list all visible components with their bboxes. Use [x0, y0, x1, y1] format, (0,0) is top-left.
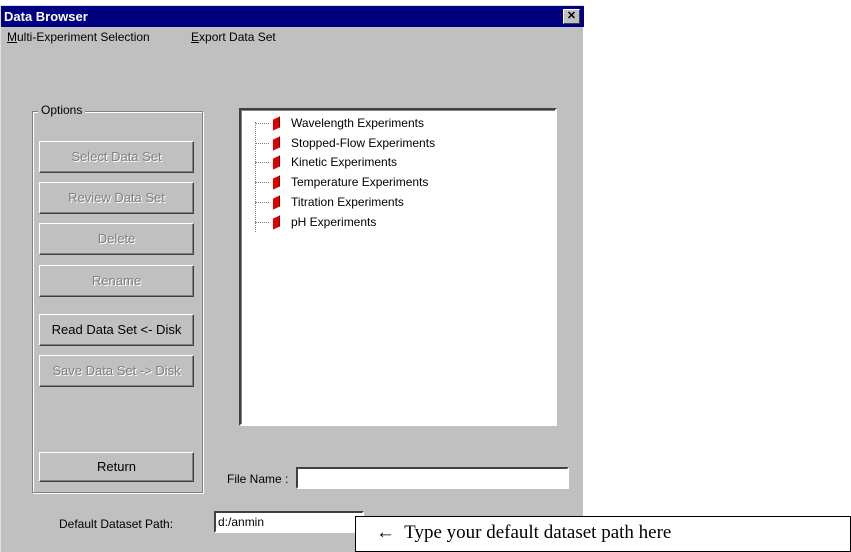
menu-mnemonic: M: [7, 30, 17, 44]
close-icon[interactable]: ✕: [563, 9, 580, 24]
return-button[interactable]: Return: [39, 452, 194, 482]
tree-item-label: Temperature Experiments: [291, 175, 429, 189]
rename-button[interactable]: Rename: [39, 265, 194, 297]
tree-connector: [255, 182, 269, 183]
book-icon: [273, 136, 280, 151]
menu-label-rest: ulti-Experiment Selection: [17, 30, 150, 44]
callout-message: Type your default dataset path here: [404, 522, 672, 543]
review-data-set-button[interactable]: Review Data Set: [39, 182, 194, 214]
file-name-label: File Name :: [227, 472, 289, 486]
tree-item-label: Titration Experiments: [291, 195, 404, 209]
book-icon: [273, 175, 280, 190]
read-data-set-button[interactable]: Read Data Set <- Disk: [39, 314, 194, 346]
experiment-tree[interactable]: Wavelength Experiments Stopped-Flow Expe…: [239, 108, 557, 426]
tree-connector-line: [255, 122, 256, 232]
tree-connector: [255, 143, 269, 144]
title-bar: Data Browser ✕: [1, 6, 584, 27]
book-icon: [273, 116, 280, 131]
tree-connector: [255, 202, 269, 203]
default-path-input[interactable]: d:/anmin: [214, 511, 364, 533]
menu-bar: Multi-Experiment Selection Export Data S…: [1, 27, 584, 47]
tree-connector: [255, 222, 269, 223]
delete-button[interactable]: Delete: [39, 223, 194, 255]
tree-item-label: Kinetic Experiments: [291, 155, 398, 169]
window-title: Data Browser: [4, 9, 88, 24]
instruction-callout: ← Type your default dataset path here: [355, 516, 851, 552]
book-icon: [273, 215, 280, 230]
book-icon: [273, 195, 280, 210]
book-icon: [273, 155, 280, 170]
menu-export-data-set[interactable]: Export Data Set: [191, 30, 276, 44]
menu-label-rest: xport Data Set: [199, 30, 276, 44]
tree-item-label: pH Experiments: [291, 215, 377, 229]
file-name-input[interactable]: [296, 467, 569, 489]
tree-item-label: Stopped-Flow Experiments: [291, 136, 436, 150]
tree-connector: [255, 162, 269, 163]
menu-mnemonic: E: [191, 30, 200, 44]
default-path-label: Default Dataset Path:: [59, 517, 174, 531]
left-arrow-icon: ←: [376, 522, 395, 543]
tree-item-label: Wavelength Experiments: [291, 116, 424, 130]
select-data-set-button[interactable]: Select Data Set: [39, 141, 194, 173]
options-group-label: Options: [38, 103, 86, 117]
menu-multi-experiment-selection[interactable]: Multi-Experiment Selection: [7, 30, 150, 44]
tree-connector: [255, 123, 269, 124]
save-data-set-button[interactable]: Save Data Set -> Disk: [39, 355, 194, 387]
callout-text: ← Type your default dataset path here: [376, 522, 671, 544]
